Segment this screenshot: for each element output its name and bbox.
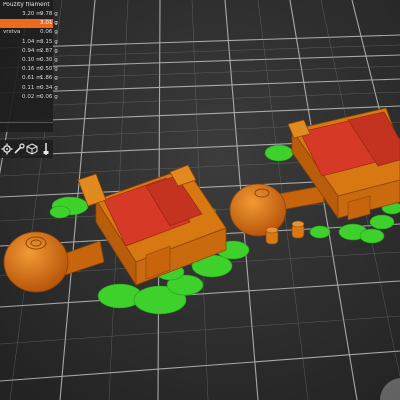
legend-row-length: 1.04 m: [22, 39, 42, 45]
legend-row-length: 0.11 m: [22, 85, 42, 91]
3d-preview-viewport[interactable]: [0, 0, 400, 400]
legend-row-weight: 3.15 g: [40, 39, 58, 45]
legend-row[interactable]: 0.16 m 0.50 g: [0, 65, 58, 74]
filament-legend-panel: Použitý filament 3.20 m 9.78 g 3.01 g vrs…: [0, 0, 58, 132]
legend-row-weight: 0.50 g: [40, 66, 58, 72]
legend-row[interactable]: 3.20 m 9.78 g: [0, 10, 58, 19]
legend-row[interactable]: 1.04 m 3.15 g: [0, 38, 58, 47]
legend-row-length: 0.02 m: [22, 94, 42, 100]
legend-row-length: 0.94 m: [22, 48, 42, 54]
legend-row-length: 0.10 m: [22, 57, 42, 63]
legend-row-weight: 0.06 g: [40, 94, 58, 100]
legend-row-length: 0.61 m: [22, 75, 42, 81]
legend-row-weight: 0.06 g: [40, 29, 58, 35]
layer-slider-icon[interactable]: [40, 142, 52, 156]
legend-row-selected[interactable]: 3.01 g: [0, 19, 58, 28]
legend-row-weight: 1.86 g: [40, 75, 58, 81]
cube-view-icon[interactable]: [26, 142, 38, 156]
legend-row-label: vrstva: [3, 29, 21, 35]
legend-row[interactable]: vrstva 0.06 g: [0, 28, 58, 37]
legend-row-weight: 2.87 g: [40, 48, 58, 54]
legend-row-weight: 3.01 g: [40, 20, 58, 26]
legend-row-length: 3.20 m: [22, 11, 42, 17]
legend-row-weight: 0.34 g: [40, 85, 58, 91]
legend-row-length: 0.16 m: [22, 66, 42, 72]
view-toolbar: [0, 140, 53, 158]
legend-row-weight: 0.30 g: [40, 57, 58, 63]
legend-row[interactable]: 0.11 m 0.34 g: [0, 84, 58, 93]
settings-icon[interactable]: [13, 142, 25, 156]
legend-header: Použitý filament: [3, 2, 50, 8]
legend-row[interactable]: 0.02 m 0.06 g: [0, 93, 58, 102]
cog-icon[interactable]: [1, 142, 13, 156]
legend-row[interactable]: 0.10 m 0.30 g: [0, 56, 58, 65]
legend-divider: [0, 122, 53, 123]
legend-row-weight: 9.78 g: [40, 11, 58, 17]
legend-row[interactable]: 0.94 m 2.87 g: [0, 47, 58, 56]
legend-row[interactable]: 0.61 m 1.86 g: [0, 74, 58, 83]
